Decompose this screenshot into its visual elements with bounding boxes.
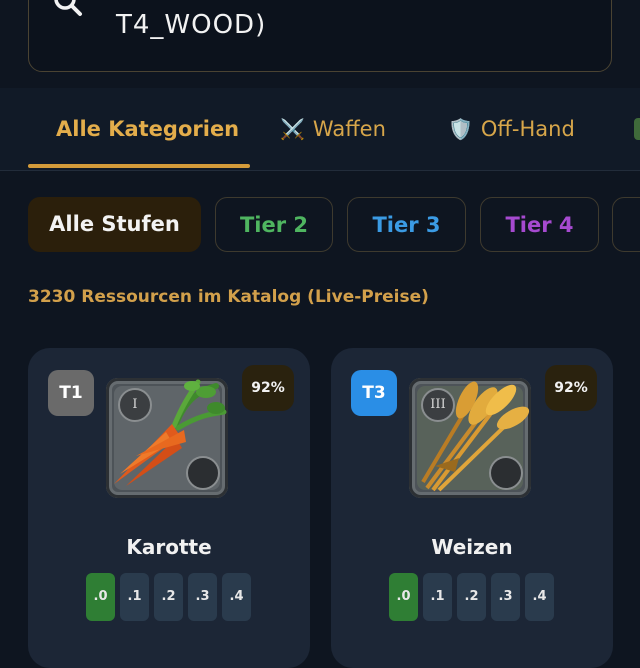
chip-label: Tier 4 <box>505 213 574 237</box>
enchant-option-3[interactable]: .3 <box>491 573 520 621</box>
category-tabs: Alle Kategorien ⚔️ Waffen 🛡️ Off-Hand <box>0 88 640 171</box>
tab-label: Off-Hand <box>480 117 575 141</box>
enchant-option-0[interactable]: .0 <box>86 573 115 621</box>
item-icon-frame: III <box>409 378 531 498</box>
tier-chip-2[interactable]: Tier 2 <box>215 197 333 252</box>
tab-next-partial[interactable] <box>634 118 640 140</box>
enchant-option-4[interactable]: .4 <box>222 573 251 621</box>
item-card-karotte[interactable]: T1 92% I Karotte .0.1.2.3.4 <box>28 348 310 668</box>
tier-chip-partial[interactable] <box>612 197 640 252</box>
enchant-option-1[interactable]: .1 <box>120 573 149 621</box>
chip-label: Alle Stufen <box>49 212 180 236</box>
search-icon <box>54 0 82 16</box>
item-icon-frame: I <box>106 378 228 498</box>
search-input-value[interactable]: T4_WOOD) <box>116 10 266 40</box>
wheat-icon <box>421 381 530 492</box>
tab-label: Alle Kategorien <box>56 117 240 141</box>
enchant-option-2[interactable]: .2 <box>154 573 183 621</box>
enchant-option-4[interactable]: .4 <box>525 573 554 621</box>
enchant-option-1[interactable]: .1 <box>423 573 452 621</box>
enchant-option-2[interactable]: .2 <box>457 573 486 621</box>
item-name: Weizen <box>431 535 513 559</box>
enchant-selector: .0.1.2.3.4 <box>86 573 256 621</box>
carrot-icon <box>114 379 227 486</box>
crossed-swords-icon: ⚔️ <box>280 117 305 141</box>
tab-label: Waffen <box>312 117 386 141</box>
enchant-selector: .0.1.2.3.4 <box>389 573 559 621</box>
percent-badge: 92% <box>545 365 597 411</box>
enchant-option-3[interactable]: .3 <box>188 573 217 621</box>
percent-badge: 92% <box>242 365 294 411</box>
tier-chip-all[interactable]: Alle Stufen <box>28 197 201 252</box>
tier-chip-3[interactable]: Tier 3 <box>347 197 466 252</box>
item-card-weizen[interactable]: T3 92% III Weizen .0.1.2.3.4 <box>331 348 613 668</box>
tier-badge: T3 <box>351 370 397 416</box>
tier-chip-4[interactable]: Tier 4 <box>480 197 599 252</box>
chip-label: Tier 3 <box>372 213 441 237</box>
tab-all-categories[interactable]: Alle Kategorien <box>56 88 239 170</box>
catalog-count-text: 3230 Ressourcen im Katalog (Live-Preise) <box>28 287 429 307</box>
tab-off-hand[interactable]: 🛡️ Off-Hand <box>448 88 575 170</box>
active-tab-indicator <box>28 164 250 168</box>
chip-label: Tier 2 <box>239 213 309 237</box>
enchant-option-0[interactable]: .0 <box>389 573 418 621</box>
tab-weapons[interactable]: ⚔️ Waffen <box>280 88 386 170</box>
shield-icon: 🛡️ <box>448 117 473 141</box>
item-name: Karotte <box>126 535 212 559</box>
tier-badge: T1 <box>48 370 94 416</box>
